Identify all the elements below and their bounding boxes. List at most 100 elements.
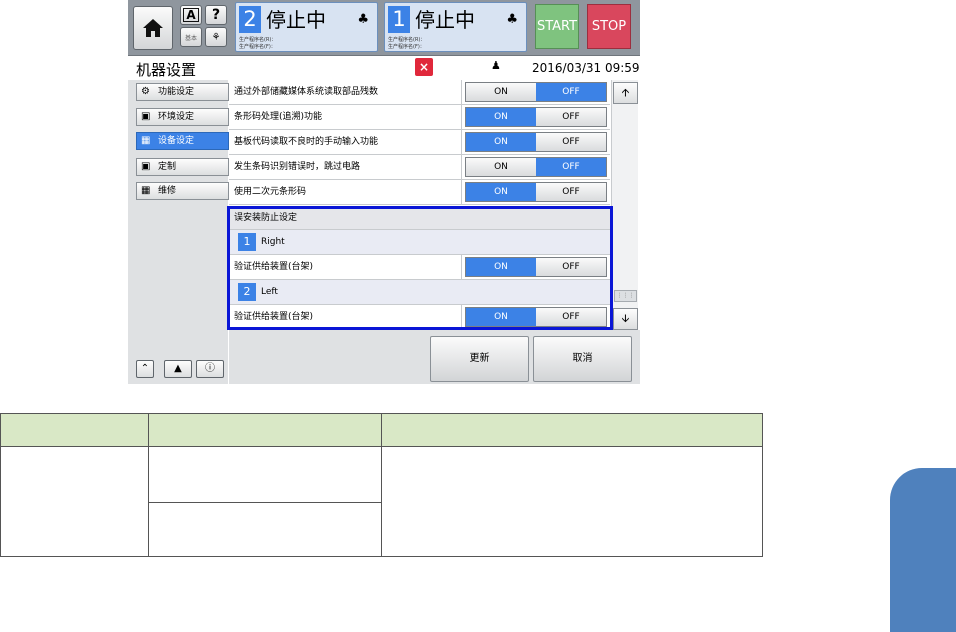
on-option[interactable]: ON	[466, 258, 536, 276]
lane-number: 1	[388, 6, 410, 33]
tool-icon: ⚘	[211, 31, 221, 43]
group-header: 误安装防止设定	[229, 208, 610, 230]
program-name-f: 生产程序名(F)：	[388, 44, 425, 50]
section-header-left: 2 Left	[229, 280, 610, 305]
scrollbar[interactable]: 🡩 ⋮⋮⋮ 🡫	[611, 80, 638, 330]
section-header-right: 1 Right	[229, 230, 610, 255]
stop-button[interactable]: STOP	[587, 4, 631, 49]
section-number-badge: 2	[238, 283, 256, 301]
double-chevron-up-icon: ⌃	[140, 363, 150, 374]
nav-item-label: 环境设定	[158, 112, 195, 122]
divider	[461, 255, 462, 280]
scroll-up-button[interactable]: 🡩	[613, 82, 638, 104]
custom-icon: ▣	[141, 161, 151, 172]
program-name-f: 生产程序名(F)：	[239, 44, 276, 50]
on-option[interactable]: ON	[466, 83, 536, 101]
off-option[interactable]: OFF	[536, 158, 606, 176]
on-option[interactable]: ON	[466, 308, 536, 326]
collapse-button[interactable]: ⌃	[136, 360, 154, 378]
setting-label: 通过外部储藏媒体系统读取部品残数	[234, 87, 379, 97]
divider	[461, 305, 462, 330]
off-option[interactable]: OFF	[536, 83, 606, 101]
setting-row: 通过外部储藏媒体系统读取部品残数 ON OFF	[229, 80, 610, 105]
chapter-side-tab	[890, 468, 956, 632]
lane-1-status[interactable]: 1 停止中 ♣ 生产程序名(R)： 生产程序名(F)：	[384, 2, 527, 52]
off-option[interactable]: OFF	[536, 133, 606, 151]
cancel-button[interactable]: 取消	[533, 336, 632, 382]
on-off-toggle[interactable]: ON OFF	[465, 307, 607, 327]
user-icon: ♟	[491, 59, 501, 72]
start-button[interactable]: START	[535, 4, 579, 49]
section-name: Left	[261, 287, 278, 297]
setting-label: 验证供给装置(台架)	[234, 262, 314, 272]
setting-row: 验证供给装置(台架) ON OFF	[229, 305, 610, 330]
on-option[interactable]: ON	[466, 108, 536, 126]
nav-item-equipment[interactable]: ▦ 设备设定	[136, 132, 229, 150]
a-mode-label: A	[183, 8, 199, 22]
home-button[interactable]	[133, 6, 173, 50]
divider	[461, 130, 462, 155]
setting-label: 使用二次元条形码	[234, 187, 307, 197]
on-off-toggle[interactable]: ON OFF	[465, 107, 607, 127]
arrow-up-icon: 🡩	[621, 86, 630, 99]
nav-item-function[interactable]: ⚙ 功能设定	[136, 83, 229, 101]
title-bar: 机器设置 × ♟ 2016/03/31 09:59	[128, 57, 640, 80]
lane-2-status[interactable]: 2 停止中 ♣ 生产程序名(R)： 生产程序名(F)：	[235, 2, 378, 52]
setting-row: 验证供给装置(台架) ON OFF	[229, 255, 610, 280]
table-header-cell	[381, 413, 763, 447]
off-option[interactable]: OFF	[536, 258, 606, 276]
a-mode-button[interactable]: A	[180, 5, 202, 25]
lane-status-text: 停止中	[415, 8, 475, 32]
section-name: Right	[261, 237, 285, 247]
on-option[interactable]: ON	[466, 183, 536, 201]
nav-item-environment[interactable]: ▣ 环境设定	[136, 108, 229, 126]
nav-item-label: 功能设定	[158, 87, 195, 97]
setting-row: 基板代码读取不良时的手动输入功能 ON OFF	[229, 130, 610, 155]
lane-status-text: 停止中	[266, 8, 326, 32]
lane-number: 2	[239, 6, 261, 33]
divider	[461, 80, 462, 105]
nav-item-label: 定制	[158, 162, 177, 172]
info-icon: ⓘ	[205, 363, 215, 374]
scroll-down-button[interactable]: 🡫	[613, 308, 638, 330]
nav-item-custom[interactable]: ▣ 定制	[136, 158, 229, 176]
setting-row: 使用二次元条形码 ON OFF	[229, 180, 610, 205]
nav-item-label: 维修	[158, 186, 177, 196]
on-off-toggle[interactable]: ON OFF	[465, 182, 607, 202]
action-bar: 更新 取消	[229, 330, 640, 384]
on-off-toggle[interactable]: ON OFF	[465, 82, 607, 102]
group-title: 误安装防止设定	[234, 213, 298, 223]
on-off-toggle[interactable]: ON OFF	[465, 132, 607, 152]
setting-label: 验证供给装置(台架)	[234, 312, 314, 322]
update-button[interactable]: 更新	[430, 336, 529, 382]
monitor-icon: ▣	[141, 111, 151, 122]
board-icon: ♣	[506, 12, 518, 27]
nav-item-maintenance[interactable]: ▦ 维修	[136, 182, 229, 200]
table-cell	[148, 446, 382, 503]
on-off-toggle[interactable]: ON OFF	[465, 157, 607, 177]
close-button[interactable]: ×	[415, 58, 433, 76]
document-table	[0, 413, 763, 557]
off-option[interactable]: OFF	[536, 308, 606, 326]
datetime-display: 2016/03/31 09:59	[532, 61, 640, 75]
section-number-badge: 1	[238, 233, 256, 251]
scroll-thumb[interactable]: ⋮⋮⋮	[614, 290, 637, 302]
off-option[interactable]: OFF	[536, 108, 606, 126]
wrench-icon: ▦	[141, 185, 151, 196]
help-button[interactable]: ?	[205, 5, 227, 25]
setting-label: 发生条码识别错误时，跳过电路	[234, 162, 361, 172]
home-icon	[143, 19, 163, 37]
tool-button[interactable]: ⚘	[205, 27, 227, 47]
divider	[461, 155, 462, 180]
divider	[461, 105, 462, 130]
arrow-down-icon: 🡫	[621, 312, 630, 325]
on-option[interactable]: ON	[466, 133, 536, 151]
alarm-button[interactable]: ▲	[164, 360, 192, 378]
on-option[interactable]: ON	[466, 158, 536, 176]
table-header-cell	[0, 413, 149, 447]
table-cell	[381, 446, 763, 557]
info-button[interactable]: ⓘ	[196, 360, 224, 378]
basic-mode-button[interactable]: 基本	[180, 27, 202, 47]
off-option[interactable]: OFF	[536, 183, 606, 201]
on-off-toggle[interactable]: ON OFF	[465, 257, 607, 277]
